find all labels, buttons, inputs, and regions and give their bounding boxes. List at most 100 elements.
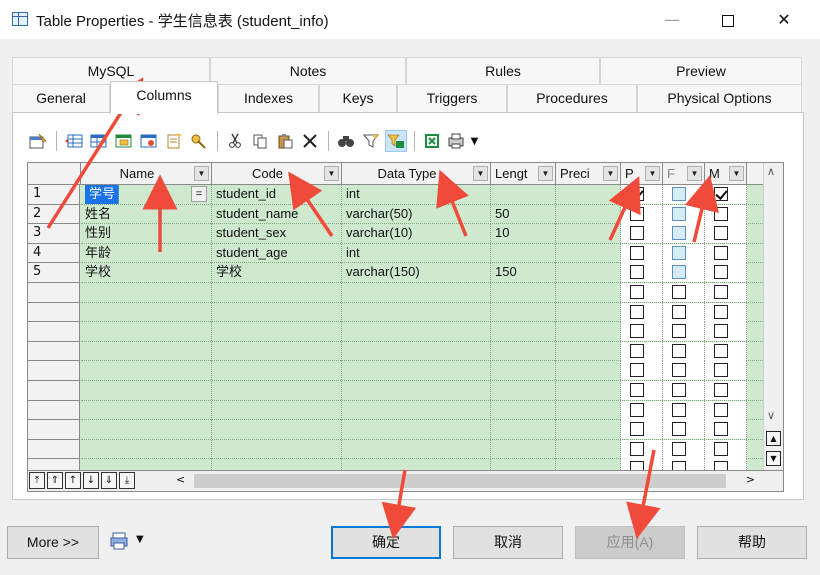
excel-export-icon[interactable]: [421, 130, 443, 152]
table-row[interactable]: [81, 341, 763, 362]
row-number[interactable]: 2: [28, 205, 79, 225]
checkbox-foreign[interactable]: [672, 265, 686, 280]
cell-name[interactable]: [81, 380, 212, 400]
checkbox-primary[interactable]: [630, 226, 644, 241]
checkbox-primary[interactable]: [630, 441, 644, 456]
tab-columns[interactable]: Columns: [110, 81, 218, 114]
cell-name[interactable]: 姓名: [81, 204, 212, 224]
cell-length[interactable]: [491, 322, 556, 342]
cell-code[interactable]: [212, 341, 342, 361]
table-row[interactable]: [81, 302, 763, 323]
cell-data-type[interactable]: [342, 380, 491, 400]
print-icon[interactable]: ▼: [446, 130, 480, 152]
vertical-scrollbar[interactable]: ∧ ∨ ▲ ▼: [763, 163, 783, 471]
cell-length[interactable]: [491, 282, 556, 302]
dropdown-arrow-icon[interactable]: ▼: [324, 166, 339, 181]
reuse-columns-icon[interactable]: [138, 130, 160, 152]
cell-data-type[interactable]: [342, 322, 491, 342]
checkbox-mandatory[interactable]: [714, 304, 728, 319]
checkbox-foreign[interactable]: [672, 245, 686, 260]
checkbox-mandatory[interactable]: [714, 343, 728, 358]
cell-code[interactable]: student_age: [212, 243, 342, 263]
cell-name[interactable]: 性别: [81, 224, 212, 244]
cell-code[interactable]: student_id: [212, 185, 342, 204]
row-number[interactable]: [28, 401, 79, 421]
cell-code[interactable]: [212, 400, 342, 420]
checkbox-mandatory[interactable]: [714, 363, 728, 378]
table-row[interactable]: [81, 420, 763, 440]
cell-length[interactable]: [491, 439, 556, 459]
maximize-button[interactable]: [708, 6, 748, 34]
cell-precision[interactable]: [556, 322, 621, 342]
checkbox-mandatory[interactable]: [714, 441, 728, 456]
table-row[interactable]: 学号 = student_id int: [81, 185, 763, 205]
scroll-right-icon[interactable]: >: [746, 473, 755, 486]
checkbox-foreign[interactable]: [672, 441, 686, 456]
cell-precision[interactable]: [556, 341, 621, 361]
cell-code[interactable]: [212, 282, 342, 302]
checkbox-primary[interactable]: [630, 324, 644, 339]
cell-name[interactable]: [81, 361, 212, 381]
cell-name[interactable]: [81, 400, 212, 420]
row-number[interactable]: [28, 283, 79, 303]
cell-name[interactable]: 学号 =: [81, 185, 212, 204]
dropdown-arrow-icon[interactable]: ▼: [473, 166, 488, 181]
filter-icon[interactable]: [360, 130, 382, 152]
find-icon[interactable]: [335, 130, 357, 152]
cell-length[interactable]: [491, 380, 556, 400]
cell-precision[interactable]: [556, 263, 621, 283]
ok-button[interactable]: 确定: [331, 526, 441, 559]
columns-grid[interactable]: Name ▼ Code ▼ Data Type ▼ Lengt ▼ Preci: [27, 162, 784, 492]
cell-code[interactable]: 学校: [212, 263, 342, 283]
checkbox-mandatory[interactable]: [714, 382, 728, 397]
dropdown-arrow-icon[interactable]: ▼: [645, 166, 660, 181]
tab-general[interactable]: General: [12, 84, 110, 112]
scroll-down-icon[interactable]: ∨: [767, 409, 775, 422]
checkbox-mandatory[interactable]: [714, 187, 728, 201]
close-button[interactable]: ✕: [764, 6, 804, 34]
checkbox-foreign[interactable]: [672, 304, 686, 319]
checkbox-primary[interactable]: [630, 402, 644, 417]
cell-code[interactable]: [212, 420, 342, 440]
checkbox-mandatory[interactable]: [714, 265, 728, 280]
checkbox-primary[interactable]: [630, 284, 644, 299]
checkbox-mandatory[interactable]: [714, 422, 728, 437]
cell-length[interactable]: [491, 302, 556, 322]
table-row[interactable]: [81, 380, 763, 401]
scroll-page-down-icon[interactable]: ▼: [766, 451, 781, 466]
cell-precision[interactable]: [556, 400, 621, 420]
checkbox-foreign[interactable]: [672, 187, 686, 201]
cell-length[interactable]: 50: [491, 204, 556, 224]
cell-data-type[interactable]: [342, 302, 491, 322]
checkbox-mandatory[interactable]: [714, 324, 728, 339]
tab-physical-options[interactable]: Physical Options: [637, 84, 802, 112]
checkbox-foreign[interactable]: [672, 363, 686, 378]
horizontal-scroll-thumb[interactable]: [194, 474, 726, 488]
tab-notes[interactable]: Notes: [210, 57, 406, 85]
cell-name[interactable]: 学校: [81, 263, 212, 283]
move-bottom-icon[interactable]: ⤓: [119, 472, 135, 489]
cell-data-type[interactable]: varchar(150): [342, 263, 491, 283]
cell-length[interactable]: 150: [491, 263, 556, 283]
cell-data-type[interactable]: [342, 400, 491, 420]
checkbox-foreign[interactable]: [672, 343, 686, 358]
header-primary[interactable]: P ▼: [621, 163, 663, 184]
cell-code[interactable]: [212, 380, 342, 400]
cell-precision[interactable]: [556, 224, 621, 244]
row-number[interactable]: 4: [28, 244, 79, 264]
header-mandatory[interactable]: M ▼: [705, 163, 747, 184]
move-down-icon[interactable]: ↓: [83, 472, 99, 489]
paste-icon[interactable]: [274, 130, 296, 152]
checkbox-foreign[interactable]: [672, 382, 686, 397]
dropdown-arrow-icon[interactable]: ▼: [538, 166, 553, 181]
header-length[interactable]: Lengt ▼: [491, 163, 556, 184]
key-icon[interactable]: [188, 130, 210, 152]
move-top-icon[interactable]: ⤒: [29, 472, 45, 489]
checkbox-foreign[interactable]: [672, 402, 686, 417]
cell-code[interactable]: [212, 302, 342, 322]
row-number[interactable]: [28, 322, 79, 342]
cell-code[interactable]: student_sex: [212, 224, 342, 244]
cell-precision[interactable]: [556, 361, 621, 381]
cell-name[interactable]: 年龄: [81, 243, 212, 263]
move-page-down-icon[interactable]: ⇓: [101, 472, 117, 489]
